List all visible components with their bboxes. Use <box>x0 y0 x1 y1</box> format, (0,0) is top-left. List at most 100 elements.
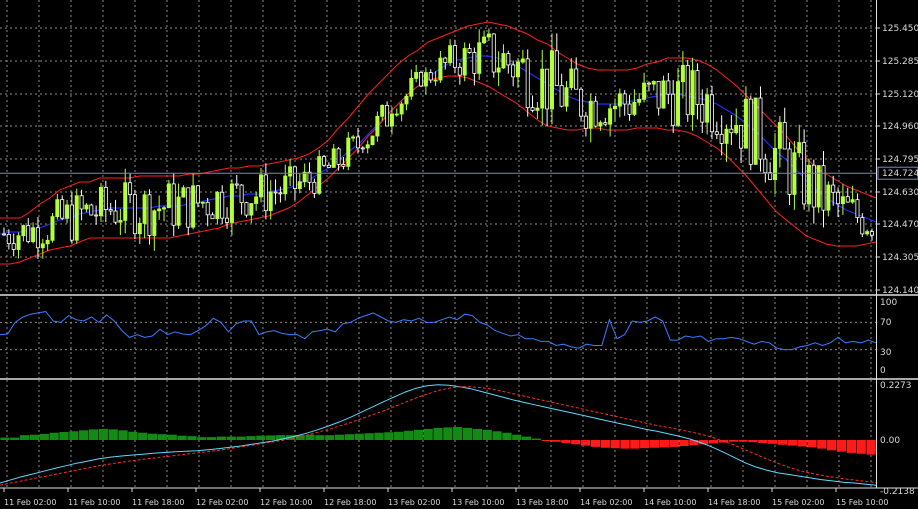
candle-body <box>739 124 744 149</box>
candle-body <box>297 181 302 189</box>
candle-body <box>806 164 811 205</box>
candle-body <box>685 65 690 116</box>
macd-histogram-bar <box>108 429 118 440</box>
macd-histogram-bar <box>836 440 847 452</box>
candle-body <box>438 57 443 81</box>
macd-histogram-bar <box>571 440 581 445</box>
candle-body <box>210 214 215 220</box>
macd-histogram-bar <box>423 428 433 440</box>
price-tick-label: 125.120 <box>882 90 918 100</box>
price-axis: 125.450 125.285 125.120 124.960 124.795 124.6… <box>876 24 918 296</box>
time-tick-label: 15 Feb 02:00 <box>772 498 824 507</box>
macd-histogram-bar <box>551 440 561 442</box>
rsi-tick-label: 100 <box>880 298 897 308</box>
price-tick-label: 124.470 <box>882 220 918 230</box>
candle-body <box>671 93 676 126</box>
candle-body <box>661 80 666 109</box>
macd-histogram-bar <box>866 440 876 455</box>
time-tick-label: 12 Feb 18:00 <box>324 498 376 507</box>
candle-body <box>748 98 753 165</box>
candle-body <box>142 194 147 224</box>
candle-body <box>259 174 264 198</box>
candle-body <box>797 142 802 154</box>
candle-body <box>40 243 45 249</box>
candle-body <box>355 136 360 149</box>
time-tick-label: 12 Feb 10:00 <box>260 498 312 507</box>
candle-body <box>123 182 128 221</box>
candle-body <box>74 195 79 241</box>
macd-histogram-bar <box>10 437 20 440</box>
candle-body <box>404 95 409 105</box>
price-tick-label: 124.960 <box>882 122 918 132</box>
candle-body <box>457 66 462 76</box>
candle-body <box>574 68 579 90</box>
candle-body <box>773 148 778 180</box>
macd-histogram-bar <box>512 434 522 440</box>
candle-body <box>220 191 225 219</box>
candle-body <box>612 105 617 110</box>
candle-body <box>501 53 506 69</box>
candle-body <box>128 182 133 196</box>
macd-histogram-bar <box>334 434 345 440</box>
candle-body <box>690 70 695 116</box>
candle-body <box>157 208 162 212</box>
candle-body <box>137 222 142 235</box>
candle-body <box>65 204 70 219</box>
time-tick-label: 13 Feb 02:00 <box>388 498 440 507</box>
candle-body <box>215 191 220 220</box>
macd-histogram-bar <box>0 437 10 440</box>
candle-body <box>69 204 74 241</box>
time-tick-label: 13 Feb 18:00 <box>516 498 568 507</box>
macd-histogram-bar <box>590 440 601 447</box>
candle-body <box>758 97 763 160</box>
macd-histogram-bar <box>197 437 207 440</box>
macd-histogram-bar <box>659 440 670 448</box>
candle-body <box>351 136 356 139</box>
candle-body <box>6 233 11 245</box>
macd-histogram-bar <box>472 428 482 440</box>
candle-body <box>617 93 622 107</box>
candle-body <box>229 183 234 223</box>
candle-body <box>16 235 21 250</box>
candle-body <box>118 220 123 223</box>
candle-body <box>191 185 196 228</box>
candle-body <box>603 122 608 125</box>
candle-body <box>176 196 181 226</box>
price-tick-label: 124.630 <box>882 188 918 198</box>
candle-body <box>370 135 375 146</box>
candle-body <box>540 68 545 109</box>
macd-histogram-bar <box>49 432 59 440</box>
macd-histogram-bar <box>157 434 168 440</box>
candle-body <box>283 175 288 195</box>
candle-body <box>414 72 419 79</box>
candle-body <box>709 94 714 133</box>
time-tick-label: 14 Feb 10:00 <box>644 498 696 507</box>
candle-body <box>132 194 137 235</box>
time-tick-label: 11 Feb 02:00 <box>4 498 56 507</box>
macd-histogram-bar <box>492 431 502 440</box>
candle-body <box>627 103 632 115</box>
candle-body <box>637 98 642 103</box>
candle-body <box>326 164 331 168</box>
candle-body <box>472 52 477 74</box>
candle-body <box>89 204 94 216</box>
macd-histogram-bar <box>787 440 797 446</box>
macd-histogram-bar <box>521 436 532 440</box>
candle-body <box>11 243 16 250</box>
candle-body <box>598 122 603 127</box>
candle-body <box>821 165 826 211</box>
candle-body <box>103 186 108 210</box>
candle-body <box>579 88 584 117</box>
candle-body <box>714 131 719 135</box>
candle-body <box>666 80 671 95</box>
time-tick-label: 11 Feb 18:00 <box>132 498 184 507</box>
candle-body <box>360 147 365 150</box>
macd-histogram-bar <box>728 440 738 442</box>
candle-body <box>448 45 453 63</box>
candle-body <box>317 156 322 194</box>
candle-body <box>729 128 734 134</box>
candle-body <box>583 115 588 129</box>
macd-histogram-bar <box>817 440 827 449</box>
macd-tick-label: 0.00 <box>880 436 900 446</box>
candle-body <box>530 107 535 111</box>
